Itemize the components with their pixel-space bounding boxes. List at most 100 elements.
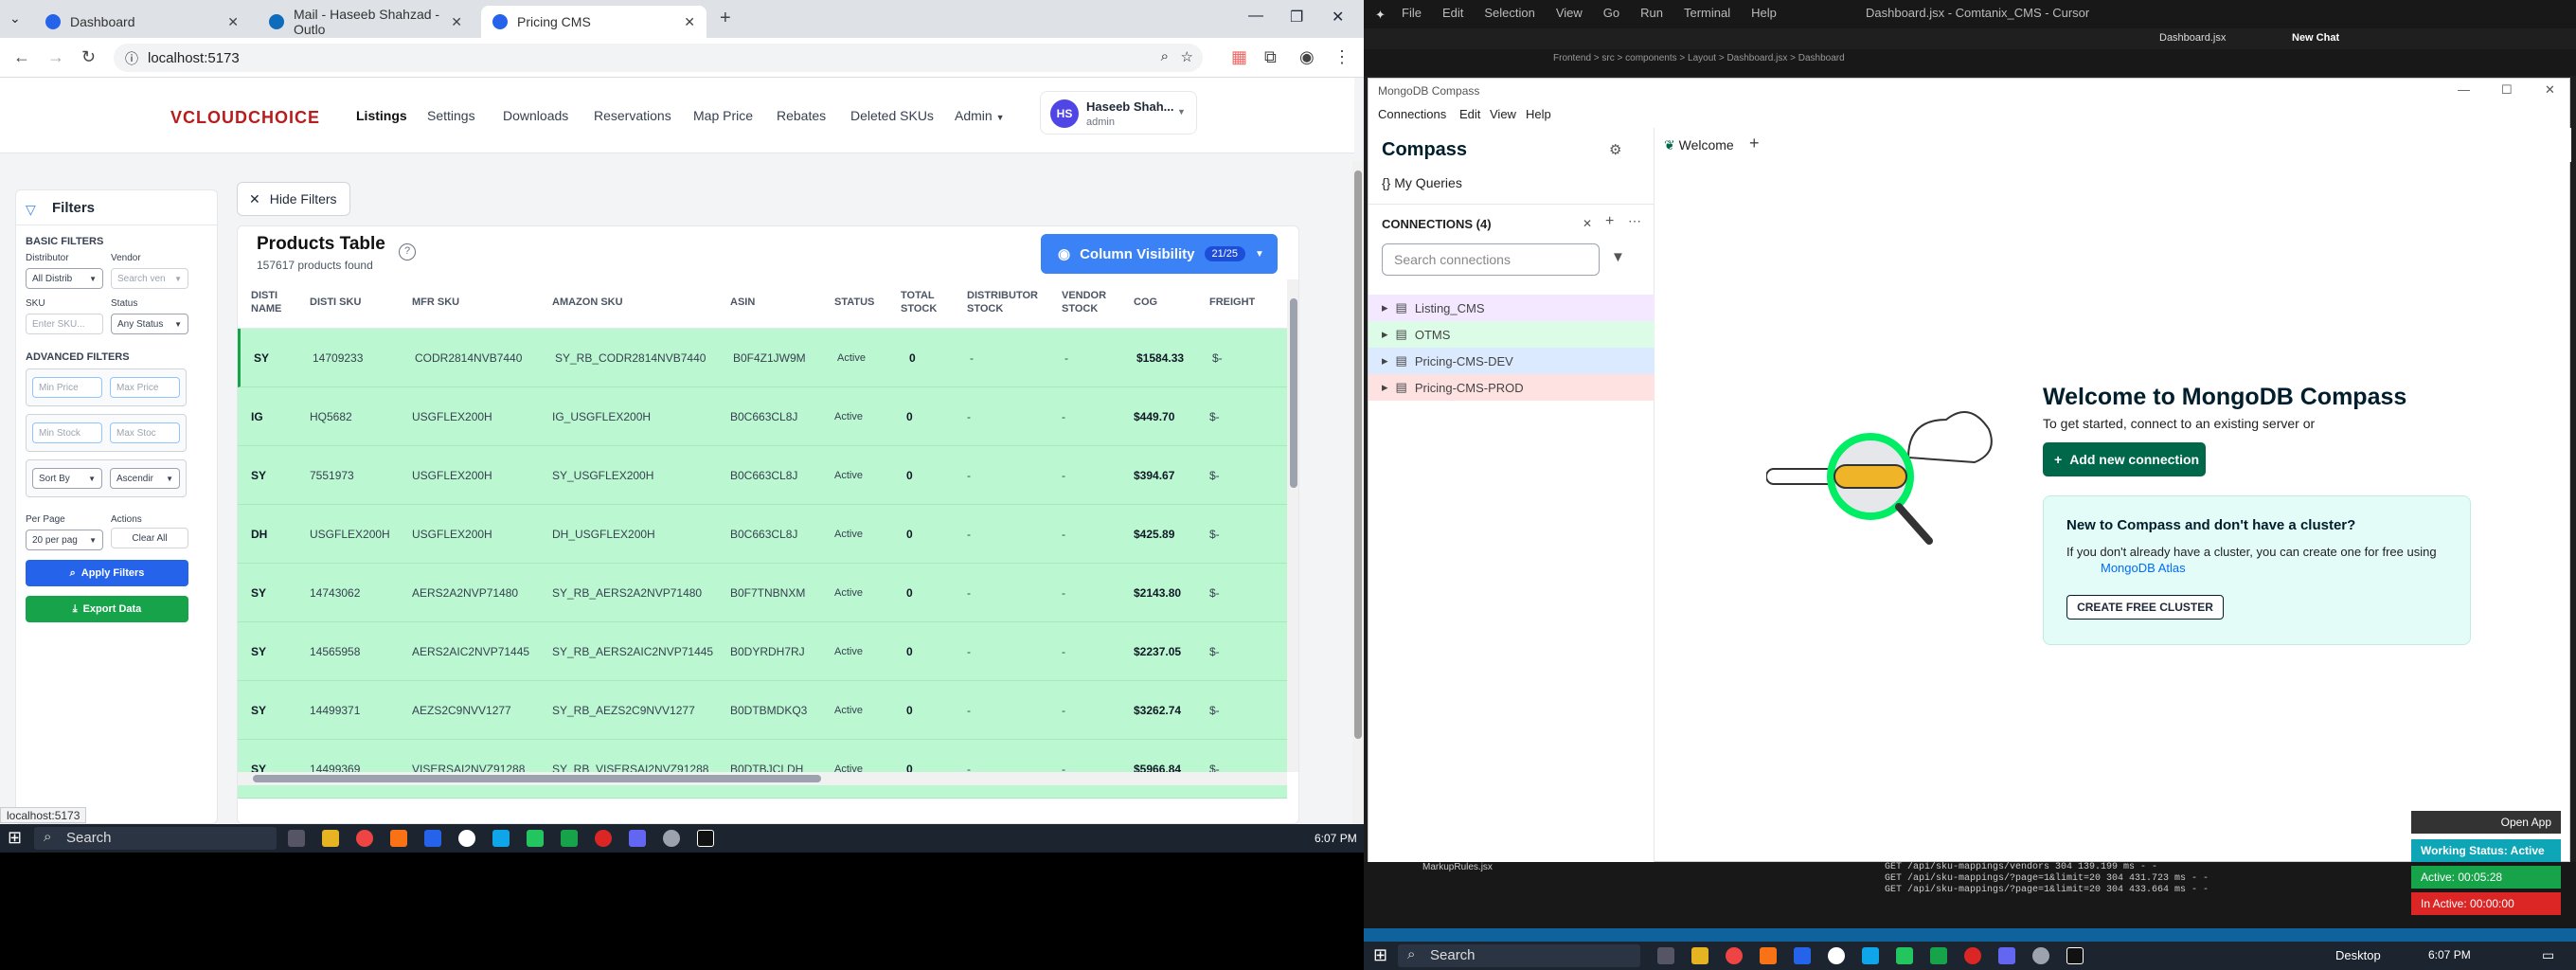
tab-search-icon[interactable]: ⌄	[9, 10, 21, 27]
taskbar-clock[interactable]: 6:07 PM	[1315, 832, 1357, 845]
app-icon[interactable]	[527, 830, 544, 847]
scrollbar-thumb[interactable]	[253, 775, 821, 782]
app-icon[interactable]	[697, 830, 714, 847]
app-logo[interactable]: VCLOUDCHOICE	[170, 108, 320, 128]
column-visibility-button[interactable]: ◉ Column Visibility 21/25 ▼	[1041, 234, 1278, 274]
zoom-icon[interactable]: ⌕	[1161, 48, 1169, 64]
sort-by-select[interactable]: Sort By ▼	[32, 468, 102, 489]
add-new-connection-button[interactable]: + Add new connection	[2043, 442, 2206, 476]
editor-tab-dashboard[interactable]: Dashboard.jsx	[2159, 32, 2226, 44]
table-row[interactable]: DH USGFLEX200H USGFLEX200H DH_USGFLEX200H B0…	[238, 505, 1287, 564]
app-icon[interactable]	[1862, 947, 1879, 964]
table-row[interactable]: SY 14565958 AERS2AIC2NVP71445 SY_RB_AERS2AI…	[238, 622, 1287, 681]
settings-icon[interactable]	[663, 830, 680, 847]
header-freight[interactable]: FREIGHT	[1209, 296, 1255, 309]
header-disti-name[interactable]: DISTI NAME	[251, 289, 289, 315]
windows-start-icon[interactable]: ⊞	[1373, 945, 1387, 965]
distributor-select[interactable]: All Distrib ▼	[26, 268, 103, 289]
tab-welcome[interactable]: ❦ Welcome	[1664, 137, 1734, 153]
settings-gear-icon[interactable]: ⚙	[1609, 141, 1621, 158]
browser-tab-mail[interactable]: Mail - Haseeb Shahzad - Outlo ✕	[258, 6, 474, 38]
expand-caret-icon[interactable]: ▸	[1382, 353, 1388, 368]
desktop-toolbar[interactable]: Desktop	[2335, 948, 2381, 962]
window-close-icon[interactable]: ✕	[1332, 8, 1344, 27]
hide-filters-button[interactable]: ✕ Hide Filters	[237, 182, 350, 216]
settings-icon[interactable]	[2032, 947, 2049, 964]
taskbar-search[interactable]: ⌕ Search	[1398, 944, 1640, 967]
browser-tab-pricing-cms[interactable]: Pricing CMS ✕	[481, 6, 707, 38]
export-data-button[interactable]: ⤓ Export Data	[26, 596, 188, 622]
notification-icon[interactable]: ▭	[2542, 947, 2554, 963]
file-explorer-icon[interactable]	[1691, 947, 1708, 964]
table-row[interactable]: SY 14499371 AEZS2C9NVV1277 SY_RB_AEZS2C9NVV…	[238, 681, 1287, 740]
header-distributor-stock[interactable]: DISTRIBUTOR STOCK	[967, 289, 1039, 315]
reload-icon[interactable]: ↻	[81, 47, 96, 67]
open-app-button[interactable]: Open App	[2411, 811, 2561, 834]
explorer-file-item[interactable]: MarkupRules.jsx	[1422, 862, 1493, 872]
table-row[interactable]: SY 7551973 USGFLEX200H SY_USGFLEX200H B0C663…	[238, 446, 1287, 505]
table-row[interactable]: IG HQ5682 USGFLEX200H IG_USGFLEX200H B0C663C…	[238, 387, 1287, 446]
app-icon[interactable]	[1794, 947, 1811, 964]
maximize-icon[interactable]: ☐	[2501, 82, 2513, 98]
help-icon[interactable]: ?	[399, 243, 416, 260]
menu-file[interactable]: File	[1402, 6, 1422, 20]
app-icon[interactable]	[2066, 947, 2084, 964]
filter-icon[interactable]: ▼	[1611, 249, 1625, 265]
more-options-icon[interactable]: ⋯	[1628, 213, 1641, 229]
compass-menu-view[interactable]: View	[1490, 107, 1516, 121]
expand-caret-icon[interactable]: ▸	[1382, 327, 1388, 342]
bookmark-star-icon[interactable]: ☆	[1181, 48, 1193, 65]
vertical-scrollbar[interactable]	[1287, 279, 1298, 772]
close-icon[interactable]: ✕	[684, 14, 695, 30]
header-vendor-stock[interactable]: VENDOR STOCK	[1062, 289, 1109, 315]
menu-go[interactable]: Go	[1603, 6, 1619, 20]
menu-help[interactable]: Help	[1751, 6, 1777, 20]
taskbar-search[interactable]: ⌕ Search	[34, 827, 277, 850]
connection-item[interactable]: ▸ ▤ Pricing-CMS-DEV	[1368, 348, 1655, 374]
url-field[interactable]: ⓘ localhost:5173 ⌕ ☆	[114, 44, 1203, 72]
nav-map-price[interactable]: Map Price	[693, 108, 753, 123]
min-price-input[interactable]: Min Price	[32, 377, 102, 398]
horizontal-scrollbar[interactable]	[238, 772, 1287, 785]
app-icon[interactable]	[1998, 947, 2015, 964]
header-disti-sku[interactable]: DISTI SKU	[310, 296, 361, 309]
nav-rebates[interactable]: Rebates	[777, 108, 826, 123]
task-view-icon[interactable]	[1657, 947, 1674, 964]
extension-icon[interactable]: ▦	[1231, 47, 1247, 67]
scrollbar-thumb[interactable]	[1354, 171, 1362, 739]
status-select[interactable]: Any Status ▼	[111, 314, 188, 334]
expand-caret-icon[interactable]: ▸	[1382, 380, 1388, 395]
close-icon[interactable]: ✕	[227, 14, 239, 30]
menu-edit[interactable]: Edit	[1442, 6, 1463, 20]
compass-menu-connections[interactable]: Connections	[1378, 107, 1446, 121]
browser-menu-icon[interactable]: ⋮	[1333, 47, 1351, 67]
scrollbar-thumb[interactable]	[1290, 298, 1297, 488]
chrome-icon[interactable]	[1726, 947, 1743, 964]
header-asin[interactable]: ASIN	[730, 296, 755, 309]
back-icon[interactable]: ←	[13, 47, 30, 67]
file-explorer-icon[interactable]	[322, 830, 339, 847]
new-chat-tab[interactable]: New Chat	[2292, 32, 2339, 44]
max-price-input[interactable]: Max Price	[110, 377, 180, 398]
forward-icon[interactable]: →	[47, 47, 64, 67]
connection-item[interactable]: ▸ ▤ OTMS	[1368, 321, 1655, 348]
minimize-icon[interactable]: —	[1248, 8, 1263, 25]
nav-admin[interactable]: Admin ▼	[955, 108, 1005, 123]
excel-icon[interactable]	[561, 830, 578, 847]
app-icon[interactable]	[424, 830, 441, 847]
new-tab-icon[interactable]: +	[720, 8, 731, 29]
extensions-puzzle-icon[interactable]: ⧉	[1264, 47, 1277, 67]
sort-order-select[interactable]: Ascendir ▼	[110, 468, 180, 489]
table-row[interactable]: SY 14743062 AERS2A2NVP71480 SY_RB_AERS2A2NV…	[238, 564, 1287, 622]
task-view-icon[interactable]	[288, 830, 305, 847]
minimize-icon[interactable]: —	[2458, 82, 2470, 97]
taskbar-clock[interactable]: 6:07 PM	[2428, 948, 2471, 961]
new-tab-icon[interactable]: +	[1749, 134, 1760, 153]
menu-view[interactable]: View	[1556, 6, 1583, 20]
table-row[interactable]: SY 14499369 VISERSAI2NVZ91288 SY_RB_VISERSA…	[238, 740, 1287, 799]
min-stock-input[interactable]: Min Stock	[32, 422, 102, 443]
excel-icon[interactable]	[1930, 947, 1947, 964]
close-icon[interactable]: ✕	[451, 14, 462, 30]
create-free-cluster-button[interactable]: CREATE FREE CLUSTER	[2066, 595, 2224, 620]
header-amazon-sku[interactable]: AMAZON SKU	[552, 296, 623, 309]
